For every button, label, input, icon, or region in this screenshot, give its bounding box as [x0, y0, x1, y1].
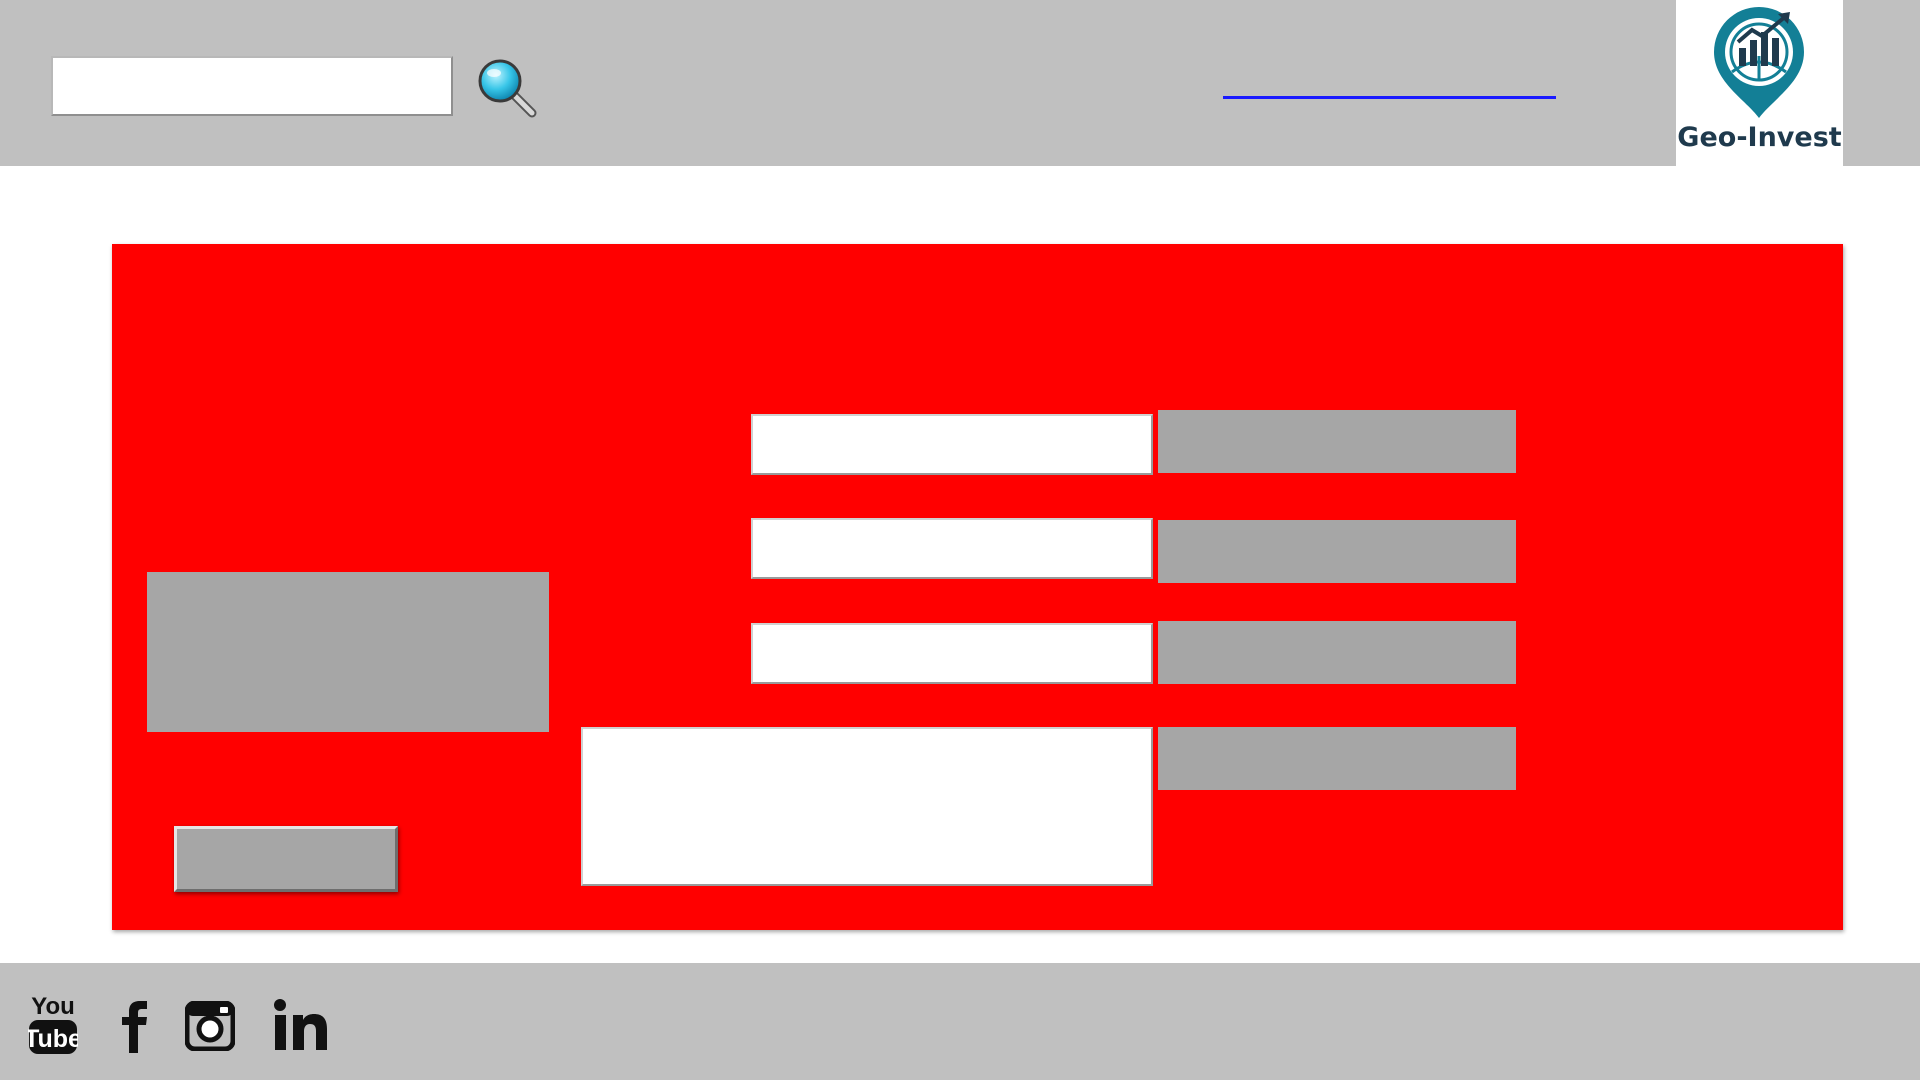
- image-placeholder: [147, 572, 549, 732]
- logo-text: Geo-Invest: [1677, 122, 1842, 153]
- message-textarea-label: [1158, 727, 1516, 790]
- youtube-link[interactable]: You Tube: [24, 990, 82, 1056]
- linkedin-icon: [274, 999, 327, 1050]
- linkedin-link[interactable]: [274, 999, 328, 1051]
- header-link[interactable]: [1223, 60, 1556, 99]
- form-field-1-label: [1158, 410, 1516, 473]
- form-field-2[interactable]: [751, 518, 1153, 579]
- header-bar: Geo-Invest: [0, 0, 1920, 166]
- youtube-icon: You Tube: [24, 993, 82, 1054]
- magnifier-icon: [478, 59, 537, 118]
- svg-text:Tube: Tube: [28, 1025, 78, 1053]
- facebook-icon: [122, 1001, 147, 1053]
- logo: Geo-Invest: [1676, 0, 1843, 166]
- message-textarea[interactable]: [581, 727, 1153, 886]
- submit-button[interactable]: [174, 826, 398, 892]
- form-field-3[interactable]: [751, 623, 1153, 684]
- search-input[interactable]: [51, 56, 453, 116]
- form-field-2-label: [1158, 520, 1516, 583]
- footer-bar: You Tube: [0, 963, 1920, 1080]
- form-field-1[interactable]: [751, 414, 1153, 475]
- svg-text:You: You: [31, 993, 75, 1020]
- instagram-icon: [184, 1000, 236, 1052]
- form-field-3-label: [1158, 621, 1516, 684]
- instagram-link[interactable]: [184, 1000, 236, 1052]
- search-button[interactable]: [474, 55, 540, 121]
- location-pin-chart-icon: [1714, 7, 1804, 118]
- facebook-link[interactable]: [120, 1001, 150, 1053]
